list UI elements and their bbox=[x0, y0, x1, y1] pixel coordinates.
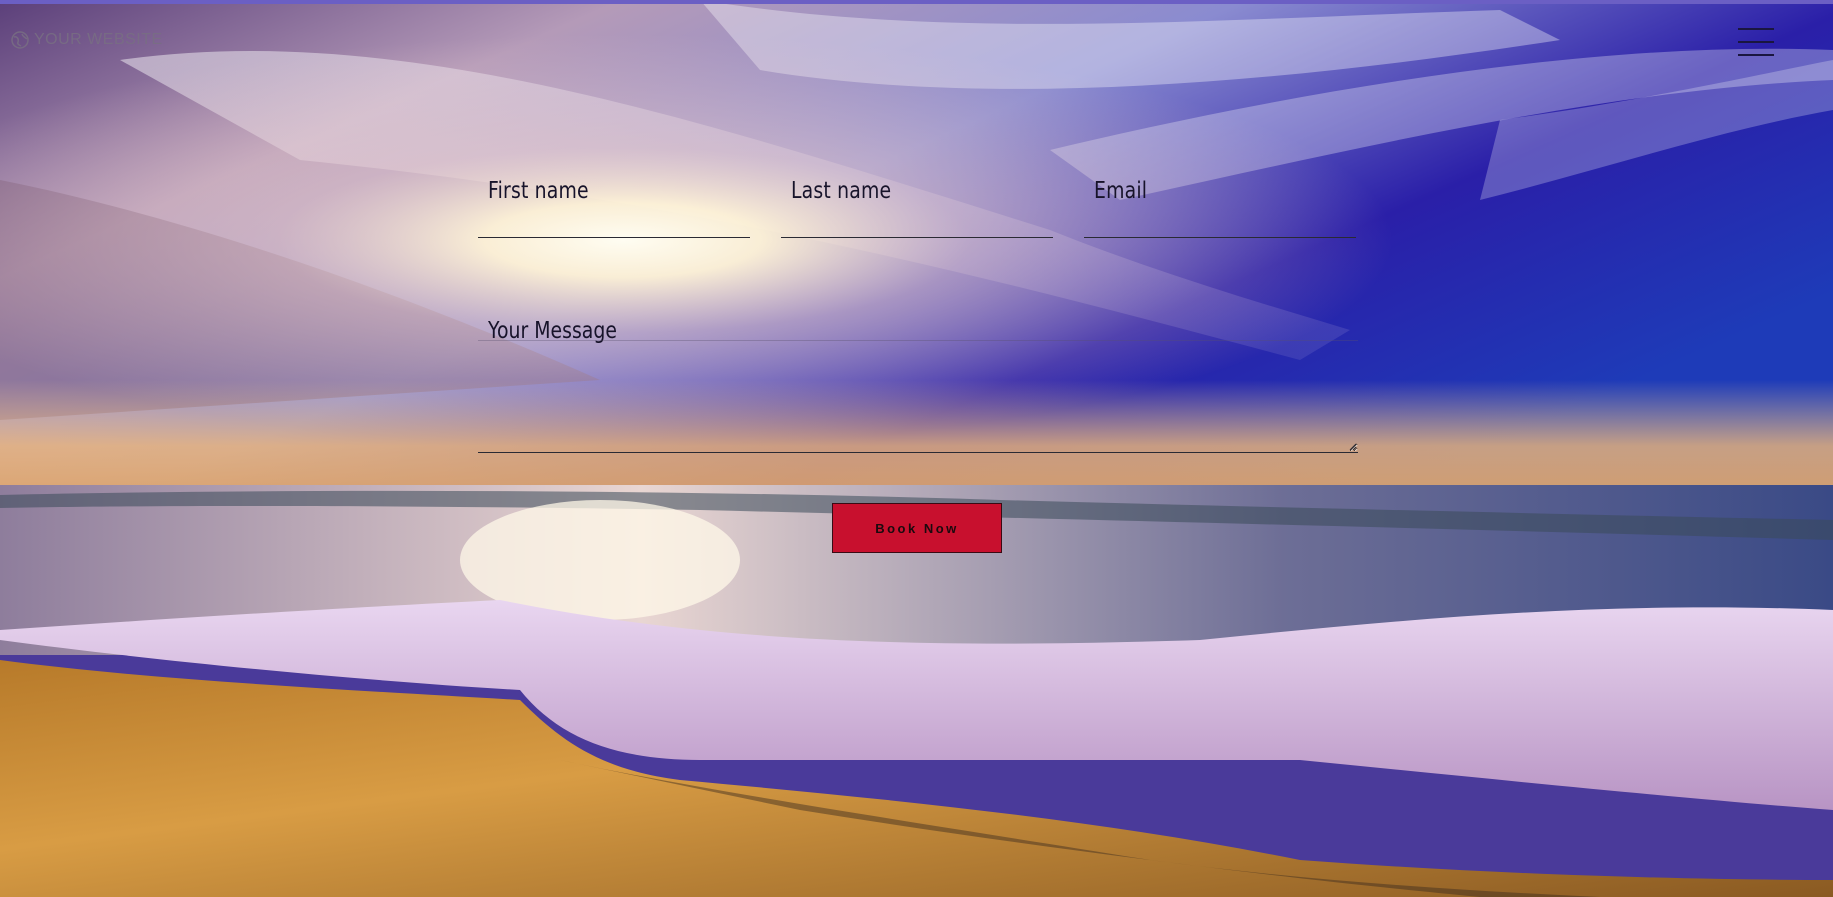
globe-icon bbox=[11, 31, 29, 49]
page: YOUR WEBSITE First name Last name Email … bbox=[0, 0, 1833, 897]
email-field: Email bbox=[1084, 170, 1356, 238]
site-logo[interactable]: YOUR WEBSITE bbox=[10, 30, 163, 50]
message-textarea[interactable] bbox=[478, 340, 1358, 453]
top-strip bbox=[0, 0, 1833, 4]
site-logo-text: YOUR WEBSITE bbox=[34, 31, 163, 48]
first-name-field: First name bbox=[478, 170, 750, 238]
first-name-label: First name bbox=[488, 178, 589, 204]
menu-line bbox=[1738, 41, 1774, 43]
message-field: Your Message bbox=[478, 310, 1358, 453]
book-now-button[interactable]: Book Now bbox=[832, 503, 1002, 553]
resize-grip-icon[interactable] bbox=[1349, 443, 1357, 451]
menu-line bbox=[1738, 28, 1774, 30]
last-name-label: Last name bbox=[791, 178, 892, 204]
email-label: Email bbox=[1094, 178, 1148, 204]
hamburger-menu-icon[interactable] bbox=[1738, 28, 1774, 56]
menu-line bbox=[1738, 54, 1774, 56]
last-name-field: Last name bbox=[781, 170, 1053, 238]
